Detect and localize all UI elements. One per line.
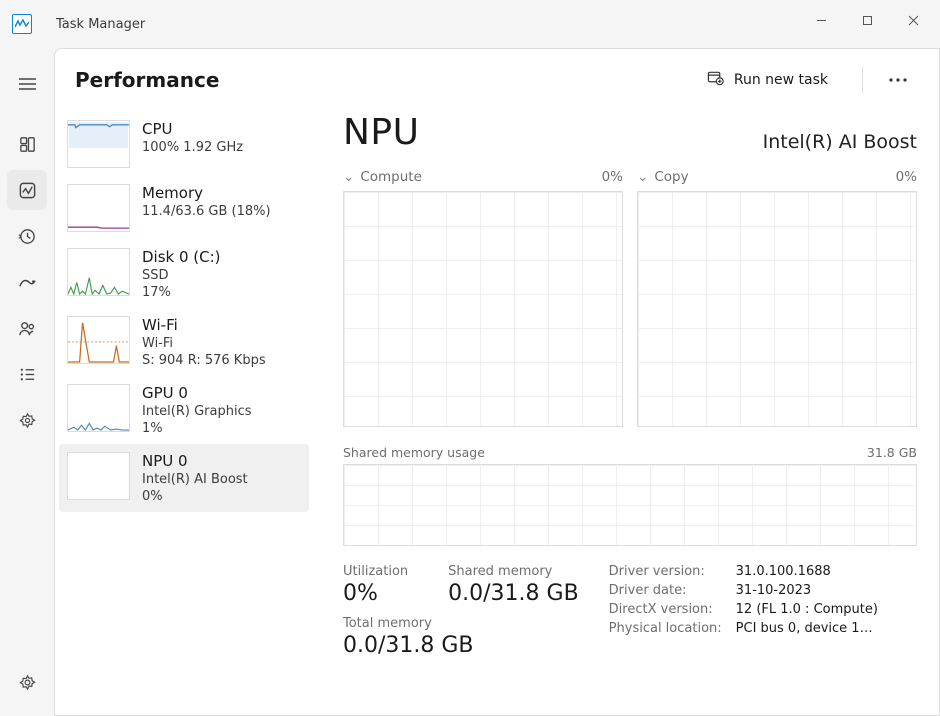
copy-value: 0% xyxy=(896,169,917,185)
list-item-sub2: S: 904 R: 576 Kbps xyxy=(142,353,266,368)
compute-dropdown[interactable]: ⌄ Compute xyxy=(343,169,422,185)
list-item-wifi[interactable]: Wi-Fi Wi-Fi S: 904 R: 576 Kbps xyxy=(59,308,309,376)
thumb-gpu xyxy=(67,384,130,432)
maximize-button[interactable] xyxy=(844,0,890,40)
list-item-memory[interactable]: Memory 11.4/63.6 GB (18%) xyxy=(59,176,309,240)
list-item-sub2: 0% xyxy=(142,489,248,504)
nav-settings[interactable] xyxy=(7,662,47,702)
page-title: Performance xyxy=(75,68,683,92)
close-button[interactable] xyxy=(890,0,936,40)
physical-location-key: Physical location: xyxy=(609,621,722,636)
content-header: Performance Run new task xyxy=(55,49,939,108)
nav-users[interactable] xyxy=(7,308,47,348)
thumb-cpu xyxy=(67,120,130,168)
nav-processes[interactable] xyxy=(7,124,47,164)
compute-label: Compute xyxy=(360,169,422,185)
list-item-title: CPU xyxy=(142,120,243,138)
run-task-label: Run new task xyxy=(734,72,828,88)
resource-list: CPU 100% 1.92 GHz Memory 11.4/63.6 GB (1… xyxy=(55,108,313,715)
list-item-disk[interactable]: Disk 0 (C:) SSD 17% xyxy=(59,240,309,308)
list-item-sub2: 17% xyxy=(142,285,221,300)
list-item-title: GPU 0 xyxy=(142,384,252,402)
total-memory-label: Total memory xyxy=(343,616,579,631)
list-item-sub: 11.4/63.6 GB (18%) xyxy=(142,204,271,219)
list-item-sub2: 1% xyxy=(142,421,252,436)
nav-history[interactable] xyxy=(7,216,47,256)
utilization-value: 0% xyxy=(343,581,408,606)
list-item-title: Wi-Fi xyxy=(142,316,266,334)
nav-details[interactable] xyxy=(7,354,47,394)
compute-value: 0% xyxy=(602,169,623,185)
list-item-title: Disk 0 (C:) xyxy=(142,248,221,266)
shared-memory-stat-value: 0.0/31.8 GB xyxy=(448,581,579,606)
utilization-label: Utilization xyxy=(343,564,408,579)
app-icon xyxy=(12,14,32,34)
thumb-disk xyxy=(67,248,130,296)
content-card: Performance Run new task xyxy=(54,48,940,716)
detail-pane: NPU Intel(R) AI Boost ⌄ Compute 0% ⌄ Copy xyxy=(313,108,939,715)
info-table: Driver version: 31.0.100.1688 Driver dat… xyxy=(609,564,878,636)
nav-performance[interactable] xyxy=(7,170,47,210)
thumb-npu xyxy=(67,452,130,500)
header-divider xyxy=(862,67,863,93)
directx-key: DirectX version: xyxy=(609,602,722,617)
detail-subtitle: Intel(R) AI Boost xyxy=(763,131,917,153)
nav-services[interactable] xyxy=(7,400,47,440)
detail-title: NPU xyxy=(343,112,420,153)
copy-label: Copy xyxy=(654,169,688,185)
list-item-sub: Wi-Fi xyxy=(142,336,266,351)
window-title: Task Manager xyxy=(56,17,145,32)
physical-location-value: PCI bus 0, device 1… xyxy=(736,621,878,636)
shared-memory-chart[interactable] xyxy=(343,464,917,546)
list-item-title: NPU 0 xyxy=(142,452,248,470)
nav-startup[interactable] xyxy=(7,262,47,302)
thumb-memory xyxy=(67,184,130,232)
directx-value: 12 (FL 1.0 : Compute) xyxy=(736,602,878,617)
minimize-button[interactable] xyxy=(798,0,844,40)
chevron-down-icon: ⌄ xyxy=(637,169,648,185)
list-item-sub: Intel(R) AI Boost xyxy=(142,472,248,487)
ellipsis-icon xyxy=(889,78,907,82)
driver-version-value: 31.0.100.1688 xyxy=(736,564,878,579)
list-item-gpu[interactable]: GPU 0 Intel(R) Graphics 1% xyxy=(59,376,309,444)
thumb-wifi xyxy=(67,316,130,364)
list-item-sub: SSD xyxy=(142,268,221,283)
chevron-down-icon: ⌄ xyxy=(343,169,354,185)
run-task-icon xyxy=(707,69,724,90)
compute-chart[interactable] xyxy=(343,191,623,427)
shared-memory-max: 31.8 GB xyxy=(867,445,917,460)
total-memory-value: 0.0/31.8 GB xyxy=(343,633,579,658)
more-button[interactable] xyxy=(881,78,915,82)
shared-memory-stat-label: Shared memory xyxy=(448,564,579,579)
list-item-sub: 100% 1.92 GHz xyxy=(142,140,243,155)
window-controls xyxy=(798,0,936,40)
title-bar: Task Manager xyxy=(0,0,940,48)
list-item-npu[interactable]: NPU 0 Intel(R) AI Boost 0% xyxy=(59,444,309,512)
list-item-title: Memory xyxy=(142,184,271,202)
list-item-cpu[interactable]: CPU 100% 1.92 GHz xyxy=(59,112,309,176)
copy-chart[interactable] xyxy=(637,191,917,427)
driver-date-key: Driver date: xyxy=(609,583,722,598)
run-new-task-button[interactable]: Run new task xyxy=(695,63,840,96)
list-item-sub: Intel(R) Graphics xyxy=(142,404,252,419)
driver-version-key: Driver version: xyxy=(609,564,722,579)
nav-rail xyxy=(0,48,54,716)
copy-dropdown[interactable]: ⌄ Copy xyxy=(637,169,689,185)
driver-date-value: 31-10-2023 xyxy=(736,583,878,598)
hamburger-button[interactable] xyxy=(7,64,47,104)
shared-memory-label: Shared memory usage xyxy=(343,445,485,460)
